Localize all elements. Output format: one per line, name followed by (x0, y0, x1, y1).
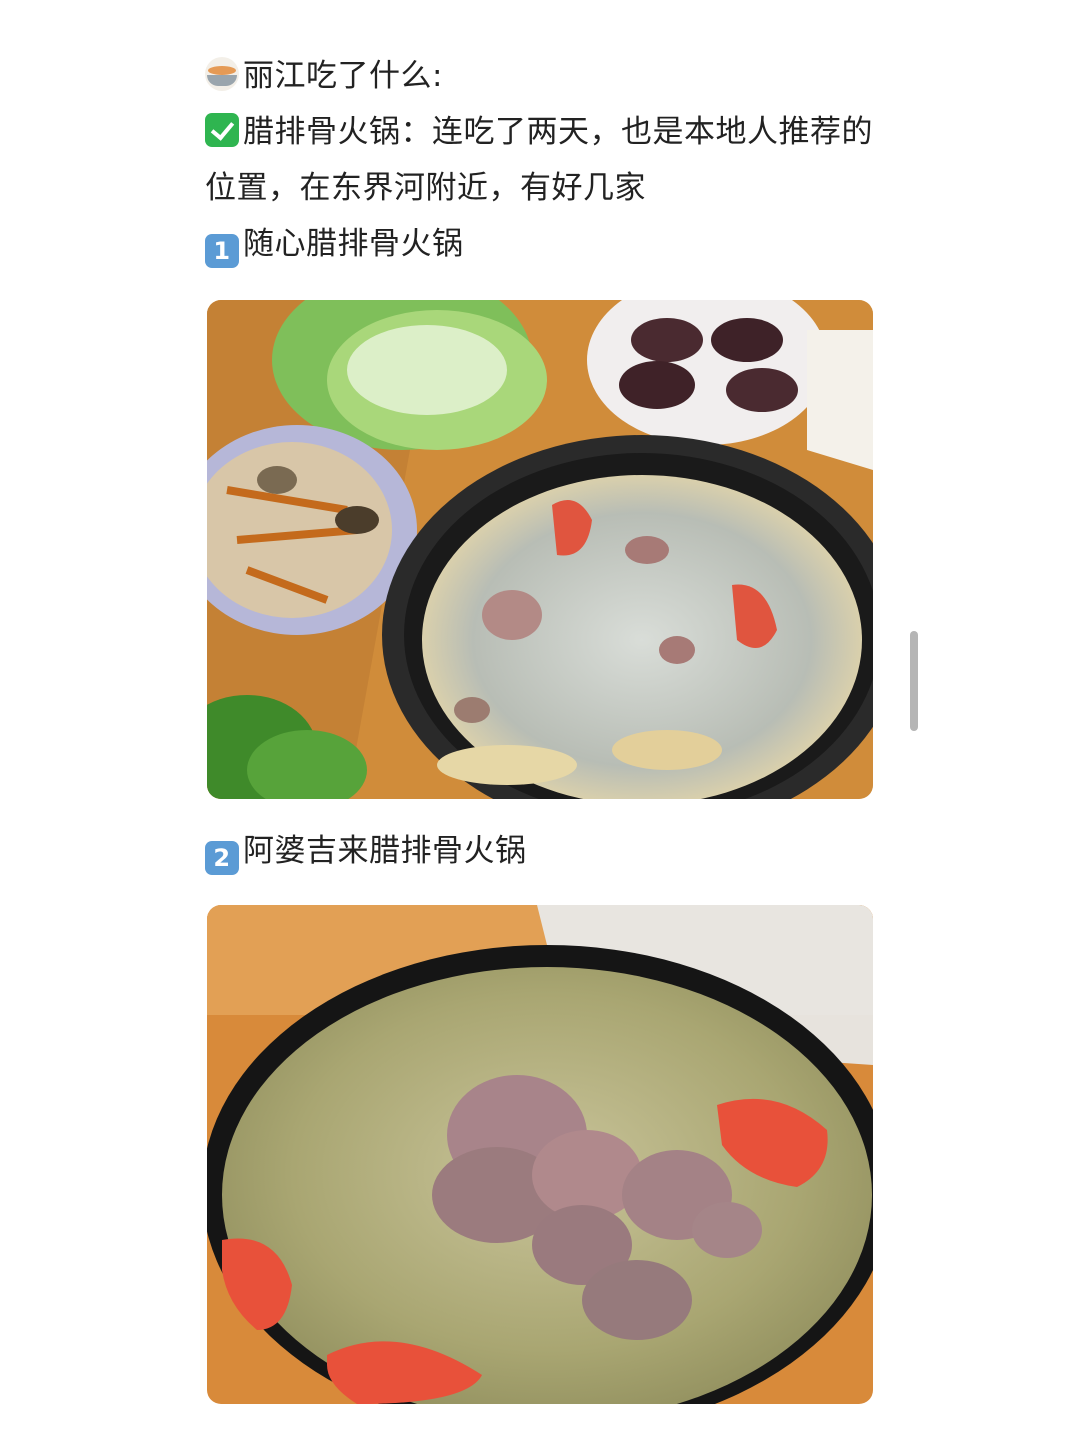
place-heading-2: 2 阿婆吉来腊排骨火锅 (205, 823, 527, 879)
hotpot-photo-1[interactable] (207, 300, 873, 799)
recommendation-text: 腊排骨火锅：连吃了两天，也是本地人推荐的位置，在东界河附近，有好几家 (205, 114, 873, 206)
scrollbar[interactable] (910, 631, 918, 731)
place-name-2: 阿婆吉来腊排骨火锅 (243, 833, 527, 869)
heading-text: 丽江吃了什么: (243, 58, 443, 94)
note-heading: 丽江吃了什么: (205, 48, 885, 104)
hotpot-photo-2[interactable] (207, 905, 873, 1404)
bowl-icon (205, 57, 239, 91)
hotpot-photo-2-image (207, 905, 873, 1404)
keycap-number-icon: 1 (205, 234, 239, 268)
hotpot-photo-1-image (207, 300, 873, 799)
place-name-1: 随心腊排骨火锅 (243, 226, 464, 262)
place-heading-1: 1 随心腊排骨火锅 (205, 216, 885, 272)
keycap-number-icon: 2 (205, 841, 239, 875)
recommendation-paragraph: 腊排骨火锅：连吃了两天，也是本地人推荐的位置，在东界河附近，有好几家 (205, 104, 885, 216)
note-content: 丽江吃了什么: 腊排骨火锅：连吃了两天，也是本地人推荐的位置，在东界河附近，有好… (205, 48, 885, 272)
check-mark-icon (205, 113, 239, 147)
